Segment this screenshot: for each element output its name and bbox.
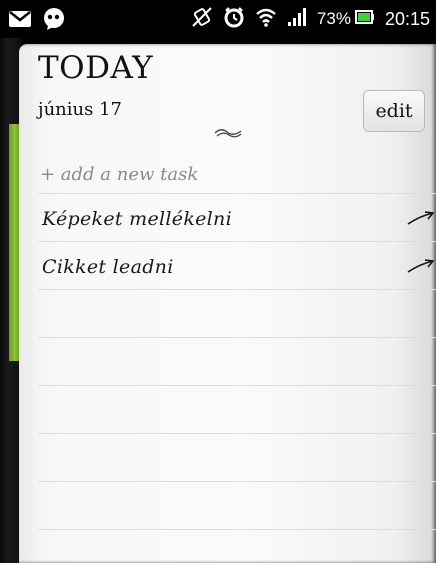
gmail-icon: [8, 9, 32, 33]
battery-indicator: 73%: [317, 9, 375, 29]
alarm-icon: [223, 6, 245, 32]
battery-percent: 73%: [316, 9, 351, 28]
signal-icon: [287, 7, 307, 31]
add-task-input[interactable]: + add a new task: [40, 164, 198, 185]
empty-line[interactable]: [38, 386, 436, 434]
empty-line[interactable]: [38, 338, 436, 386]
battery-icon: [354, 9, 375, 29]
page-title: TODAY: [38, 50, 154, 86]
planner-page: TODAY június 17 edit + add a new task Ké…: [19, 44, 436, 563]
arrow-icon[interactable]: [406, 210, 436, 230]
edit-button[interactable]: edit: [363, 90, 425, 132]
date-label: június 17: [38, 99, 122, 120]
chat-icon: [42, 7, 66, 35]
empty-line[interactable]: [38, 434, 436, 482]
wifi-icon: [255, 7, 277, 31]
task-label: Cikket leadni: [42, 256, 174, 278]
mute-vibrate-icon: [191, 6, 213, 32]
task-label: Képeket mellékelni: [42, 208, 232, 230]
status-bar-notifications: [8, 7, 66, 35]
bookmark-ribbon: [9, 124, 19, 361]
empty-line[interactable]: [38, 482, 436, 530]
status-bar: 73% 20:15: [0, 0, 436, 38]
squiggle-divider-icon: [213, 124, 243, 143]
task-row[interactable]: Cikket leadni: [38, 242, 436, 290]
empty-line[interactable]: [38, 290, 436, 338]
arrow-icon[interactable]: [406, 258, 436, 278]
clock: 20:15: [384, 8, 430, 29]
status-bar-system: 73% 20:15: [191, 6, 430, 32]
task-row[interactable]: Képeket mellékelni: [38, 194, 436, 242]
add-task-row[interactable]: + add a new task: [38, 146, 436, 194]
